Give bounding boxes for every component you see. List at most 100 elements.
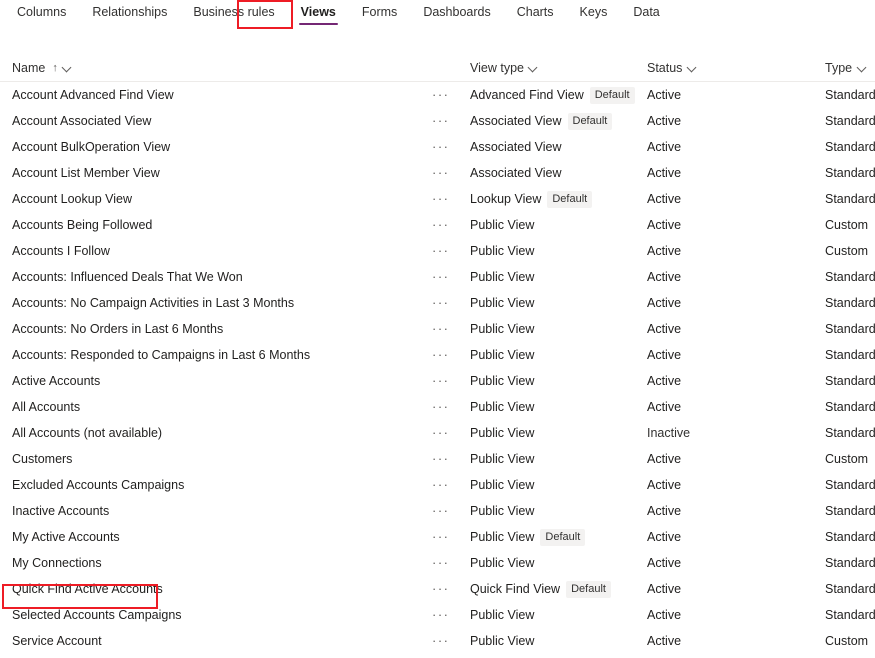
more-options-icon[interactable]: ··· — [432, 139, 450, 154]
view-name-cell[interactable]: Accounts: Influenced Deals That We Won — [0, 270, 432, 284]
column-header-name[interactable]: Name ↑ — [0, 61, 432, 75]
type-cell: Standard — [825, 192, 875, 206]
more-options-icon[interactable]: ··· — [432, 113, 450, 128]
view-name-cell[interactable]: Accounts: No Orders in Last 6 Months — [0, 322, 432, 336]
tab-dashboards[interactable]: Dashboards — [410, 0, 503, 20]
tab-columns[interactable]: Columns — [4, 0, 79, 20]
tab-business-rules[interactable]: Business rules — [180, 0, 287, 20]
more-options-icon[interactable]: ··· — [432, 373, 450, 388]
view-name-cell[interactable]: Inactive Accounts — [0, 504, 432, 518]
view-name-cell[interactable]: Quick Find Active Accounts — [0, 582, 432, 596]
view-name-cell[interactable]: Service Account — [0, 634, 432, 648]
table-row[interactable]: All Accounts ··· Public View Active Standard — [0, 394, 875, 420]
table-row[interactable]: Service Account ··· Public View Active Custo… — [0, 628, 875, 654]
table-row[interactable]: Excluded Accounts Campaigns ··· Public Vie… — [0, 472, 875, 498]
view-name-cell[interactable]: Account List Member View — [0, 166, 432, 180]
table-row[interactable]: Accounts I Follow ··· Public View Active Cus… — [0, 238, 875, 264]
tab-label: Dashboards — [423, 5, 491, 19]
table-row[interactable]: Account Associated View ··· Associated Vie… — [0, 108, 875, 134]
column-header-type[interactable]: Type — [825, 61, 875, 75]
table-row[interactable]: Account Advanced Find View ··· Advanced Fi… — [0, 82, 875, 108]
more-options-icon[interactable]: ··· — [432, 529, 450, 544]
more-options-icon[interactable]: ··· — [432, 269, 450, 284]
more-options-icon[interactable]: ··· — [432, 633, 450, 648]
view-type-label: Public View — [470, 608, 535, 622]
tab-charts[interactable]: Charts — [504, 0, 567, 20]
chevron-down-icon[interactable] — [687, 63, 696, 72]
more-options-icon[interactable]: ··· — [432, 87, 450, 102]
tab-views[interactable]: Views — [288, 0, 349, 25]
more-options-icon[interactable]: ··· — [432, 503, 450, 518]
more-options-icon[interactable]: ··· — [432, 243, 450, 258]
tab-forms[interactable]: Forms — [349, 0, 410, 20]
tab-data[interactable]: Data — [620, 0, 672, 20]
more-options-icon[interactable]: ··· — [432, 581, 450, 596]
view-name-cell[interactable]: Selected Accounts Campaigns — [0, 608, 432, 622]
view-name-cell[interactable]: Accounts: No Campaign Activities in Last… — [0, 296, 432, 310]
view-name-cell[interactable]: Accounts I Follow — [0, 244, 432, 258]
more-options-icon[interactable]: ··· — [432, 165, 450, 180]
table-row[interactable]: Active Accounts ··· Public View Active Stand… — [0, 368, 875, 394]
more-options-icon[interactable]: ··· — [432, 477, 450, 492]
more-options-icon[interactable]: ··· — [432, 347, 450, 362]
row-more-commands-cell: ··· — [432, 634, 470, 648]
chevron-down-icon[interactable] — [529, 63, 538, 72]
status-cell: Active — [647, 608, 682, 622]
table-row[interactable]: Inactive Accounts ··· Public View Active Sta… — [0, 498, 875, 524]
more-options-icon[interactable]: ··· — [432, 191, 450, 206]
more-options-icon[interactable]: ··· — [432, 399, 450, 414]
view-type-cell: Public View — [470, 426, 647, 440]
table-row[interactable]: Accounts: Influenced Deals That We Won ··… — [0, 264, 875, 290]
more-options-icon[interactable]: ··· — [432, 555, 450, 570]
type-cell: Standard — [825, 504, 875, 518]
table-row[interactable]: Account BulkOperation View ··· Associated … — [0, 134, 875, 160]
table-row[interactable]: Accounts Being Followed ··· Public View Act… — [0, 212, 875, 238]
more-options-icon[interactable]: ··· — [432, 607, 450, 622]
chevron-down-icon[interactable] — [63, 63, 72, 72]
default-badge: Default — [566, 580, 611, 598]
table-row[interactable]: Customers ··· Public View Active Custom — [0, 446, 875, 472]
row-more-commands-cell: ··· — [432, 114, 470, 128]
table-row[interactable]: Account Lookup View ··· Lookup View Default… — [0, 186, 875, 212]
chevron-down-icon[interactable] — [857, 63, 866, 72]
tab-keys[interactable]: Keys — [567, 0, 621, 20]
views-grid: Name ↑ View type Status Type Account Advance… — [0, 55, 875, 654]
table-row[interactable]: All Accounts (not available) ··· Public Vi… — [0, 420, 875, 446]
more-options-icon[interactable]: ··· — [432, 217, 450, 232]
view-name-cell[interactable]: Account BulkOperation View — [0, 140, 432, 154]
row-more-commands-cell: ··· — [432, 270, 470, 284]
table-row[interactable]: My Connections ··· Public View Active Standa… — [0, 550, 875, 576]
view-name-cell[interactable]: Customers — [0, 452, 432, 466]
column-header-view-type[interactable]: View type — [470, 61, 647, 75]
more-options-icon[interactable]: ··· — [432, 295, 450, 310]
more-options-icon[interactable]: ··· — [432, 321, 450, 336]
more-options-icon[interactable]: ··· — [432, 451, 450, 466]
view-name-cell[interactable]: Account Associated View — [0, 114, 432, 128]
column-header-status[interactable]: Status — [647, 61, 825, 75]
table-row[interactable]: Accounts: No Campaign Activities in Last… — [0, 290, 875, 316]
table-row[interactable]: Quick Find Active Accounts ··· Quick Find … — [0, 576, 875, 602]
view-name-cell[interactable]: My Active Accounts — [0, 530, 432, 544]
view-name-cell[interactable]: Excluded Accounts Campaigns — [0, 478, 432, 492]
view-name-cell[interactable]: Account Advanced Find View — [0, 88, 432, 102]
more-options-icon[interactable]: ··· — [432, 425, 450, 440]
view-name-cell[interactable]: Active Accounts — [0, 374, 432, 388]
table-row[interactable]: My Active Accounts ··· Public View Default A… — [0, 524, 875, 550]
tab-relationships[interactable]: Relationships — [79, 0, 180, 20]
view-type-label: Public View — [470, 374, 535, 388]
status-cell: Active — [647, 218, 682, 232]
view-name-cell[interactable]: My Connections — [0, 556, 432, 570]
view-type-label: Public View — [470, 426, 535, 440]
table-row[interactable]: Selected Accounts Campaigns ··· Public Vie… — [0, 602, 875, 628]
view-name-cell[interactable]: Account Lookup View — [0, 192, 432, 206]
view-name-cell[interactable]: Accounts: Responded to Campaigns in Last… — [0, 348, 432, 362]
view-name-cell[interactable]: All Accounts — [0, 400, 432, 414]
status-cell: Active — [647, 556, 682, 570]
column-header-label: Type — [825, 61, 853, 75]
table-row[interactable]: Accounts: Responded to Campaigns in Last… — [0, 342, 875, 368]
table-row[interactable]: Accounts: No Orders in Last 6 Months ··· P… — [0, 316, 875, 342]
view-name-cell[interactable]: All Accounts (not available) — [0, 426, 432, 440]
view-name-cell[interactable]: Accounts Being Followed — [0, 218, 432, 232]
row-more-commands-cell: ··· — [432, 296, 470, 310]
table-row[interactable]: Account List Member View ··· Associated Vi… — [0, 160, 875, 186]
